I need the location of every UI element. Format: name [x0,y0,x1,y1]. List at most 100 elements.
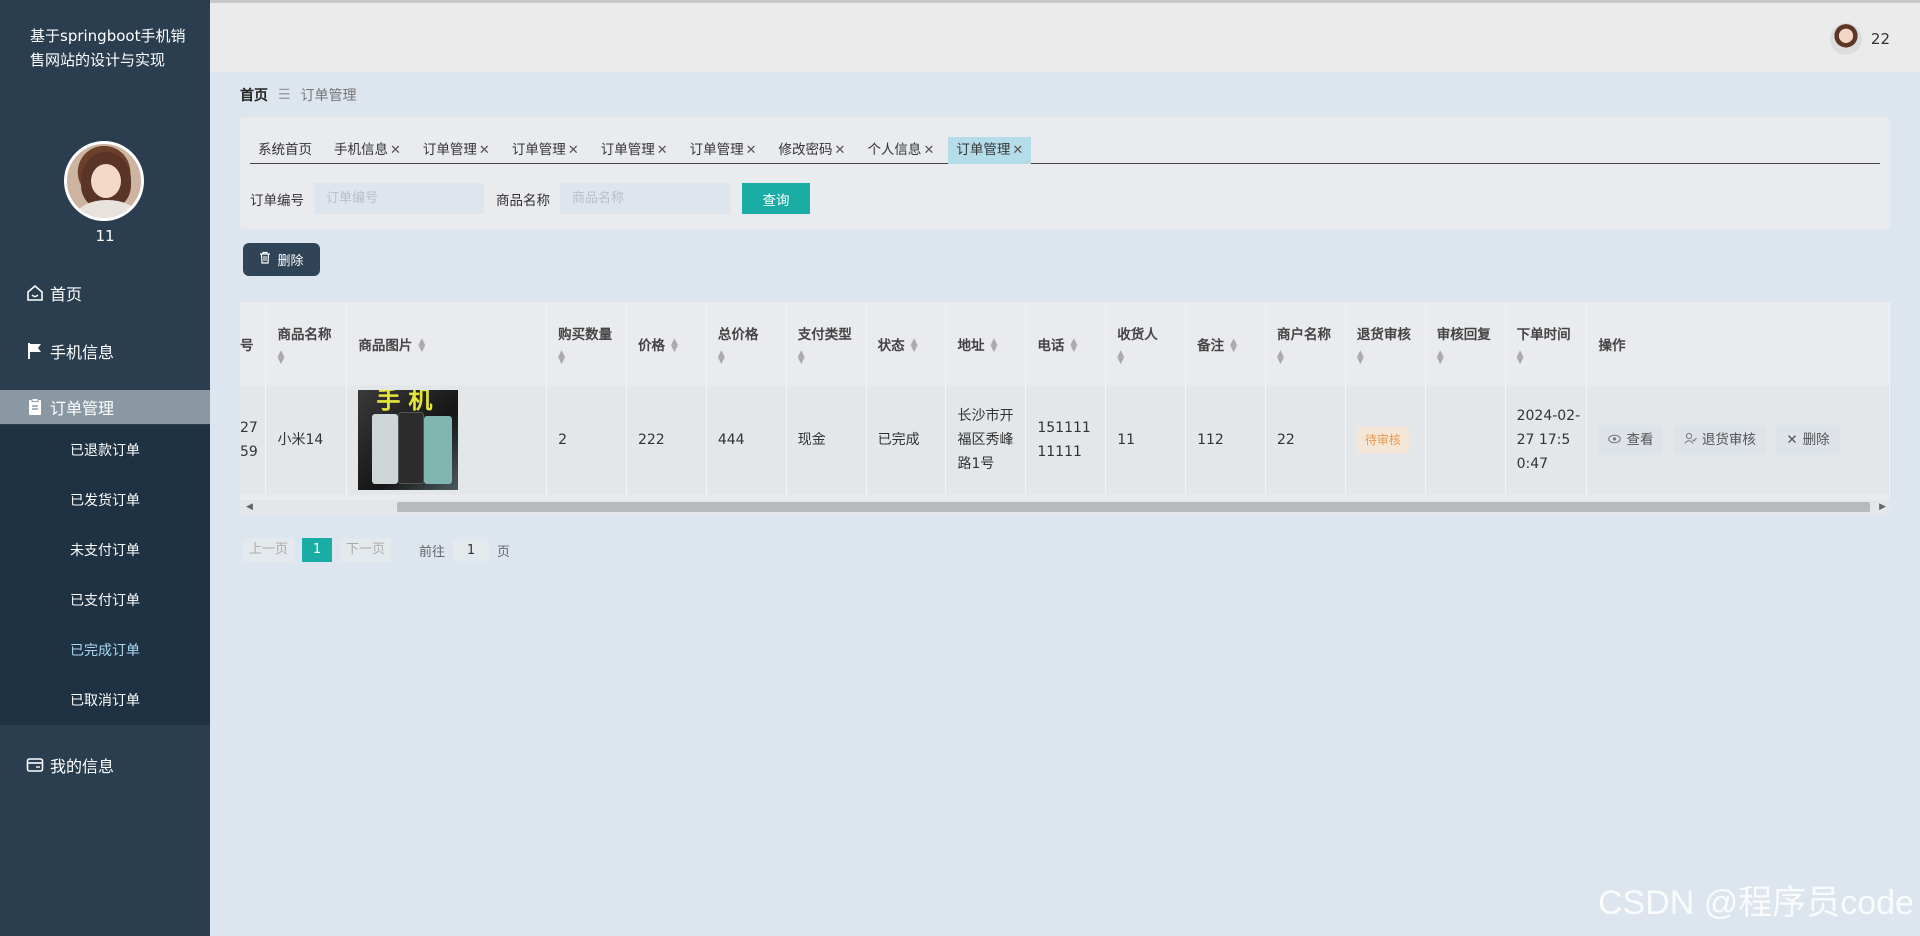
submenu-paid-orders[interactable]: 已支付订单 [70,590,140,610]
submenu-cancelled-orders[interactable]: 已取消订单 [70,690,140,710]
col-header-receiver[interactable]: 收货人 ▲ ▼ [1105,302,1187,385]
goto-label: 前往 [419,544,446,560]
cell-merchant: 22 [1265,385,1346,495]
sidebar-item-label: 首页 [50,285,83,304]
product-name-label: 商品名称 [496,192,550,209]
sort-icon[interactable]: ▲ ▼ [418,337,425,353]
tab-item[interactable]: 订单管理 ✕ [504,137,587,164]
prev-page-button[interactable]: 上一页 [243,538,295,562]
page-number-1[interactable]: 1 [302,538,333,562]
sidebar-item-order-mgmt[interactable]: 订单管理 [0,390,210,424]
submenu-shipped-orders[interactable]: 已发货订单 [70,490,140,510]
close-icon[interactable]: ✕ [835,143,846,158]
col-header-phone[interactable]: 电话 ▲ ▼ [1025,302,1107,385]
submenu [0,425,210,725]
sort-icon[interactable]: ▲ ▼ [1517,349,1587,365]
close-icon[interactable]: ✕ [390,143,401,158]
col-header-address[interactable]: 地址 ▲ ▼ [945,302,1027,385]
col-header-order-time[interactable]: 下单时间 ▲ ▼ [1505,302,1588,385]
sort-icon[interactable]: ▲ ▼ [1357,349,1425,365]
sort-icon[interactable]: ▲ ▼ [718,349,786,365]
sidebar-item-phone-info[interactable]: 手机信息 [0,334,210,368]
sort-icon[interactable]: ▲ ▼ [1117,349,1185,365]
horizontal-scrollbar[interactable]: ◀ ▶ [240,500,1890,514]
query-button[interactable]: 查询 [742,183,810,214]
return-review-button[interactable]: 退货审核 [1673,425,1766,455]
sort-icon[interactable]: ▲ ▼ [671,337,678,353]
close-icon[interactable]: ✕ [1012,143,1023,158]
col-header-price[interactable]: 价格 ▲ ▼ [626,302,707,385]
tab-item[interactable]: 订单管理 ✕ [948,137,1032,164]
view-button[interactable]: 查看 [1598,425,1664,455]
col-header-total[interactable]: 总价格 ▲ ▼ [706,302,787,385]
product-image[interactable]: 手机 [358,390,459,490]
tab-item[interactable]: 订单管理 ✕ [593,137,676,164]
batch-delete-button[interactable]: 删除 [243,243,320,276]
batch-delete-label: 删除 [277,254,304,269]
col-header-product-name[interactable]: 商品名称 ▲ ▼ [265,302,348,385]
col-header-actions: 操作 [1586,302,1890,385]
sort-icon[interactable]: ▲ ▼ [911,337,918,353]
close-icon[interactable]: ✕ [657,143,668,158]
cell-product-name: 小米14 [265,385,348,495]
cell-product-image: 手机 [346,385,548,495]
sidebar-item-home[interactable]: 首页 [0,276,210,310]
sort-icon[interactable]: ▲ ▼ [1277,349,1345,365]
tab-label: 订单管理 [511,142,566,158]
tab-item[interactable]: 手机信息 ✕ [326,137,409,164]
order-no-input[interactable] [314,183,484,214]
goto-page-input[interactable] [453,539,490,561]
submenu-completed-orders[interactable]: 已完成订单 [70,640,140,660]
breadcrumb: 首页 ☰ 订单管理 [240,85,357,105]
sort-icon[interactable]: ▲ ▼ [1437,349,1505,365]
cell-receiver: 11 [1105,385,1187,495]
sort-icon[interactable]: ▲ ▼ [277,349,346,365]
tab-bar: 系统首页 手机信息 ✕ 订单管理 ✕ 订单管理 ✕ 订单管理 ✕ 订单管理 ✕ 修改密码 ✕ 个人信息 ✕ 订… [250,137,1880,164]
col-header-remark[interactable]: 备注 ▲ ▼ [1185,302,1266,385]
col-header-status[interactable]: 状态 ▲ ▼ [866,302,947,385]
watermark: CSDN @程序员code [1597,884,1914,922]
close-icon[interactable]: ✕ [479,143,490,158]
tab-label: 个人信息 [867,142,922,158]
scroll-right-icon[interactable]: ▶ [1879,500,1886,514]
flag-icon [24,340,46,362]
tab-item[interactable]: 系统首页 [250,137,320,164]
sort-icon[interactable]: ▲ ▼ [558,349,626,365]
sort-icon[interactable]: ▲ ▼ [1230,337,1237,353]
card-icon [24,754,46,776]
col-header-return-review[interactable]: 退货审核 ▲ ▼ [1345,302,1426,385]
cell-actions: 查看 退货审核 ✕ 删除 [1586,385,1890,495]
breadcrumb-home[interactable]: 首页 [240,85,268,105]
submenu-refunded-orders[interactable]: 已退款订单 [70,440,140,460]
next-page-button[interactable]: 下一页 [340,538,392,562]
col-header-pay-type[interactable]: 支付类型 ▲ ▼ [786,302,867,385]
sidebar-item-my-info[interactable]: 我的信息 [0,748,210,782]
submenu-unpaid-orders[interactable]: 未支付订单 [70,540,140,560]
col-header-quantity[interactable]: 购买数量 ▲ ▼ [546,302,627,385]
col-header-review-reply[interactable]: 审核回复 ▲ ▼ [1425,302,1506,385]
product-name-input[interactable] [560,183,730,214]
close-icon[interactable]: ✕ [568,143,579,158]
tab-item[interactable]: 订单管理 ✕ [682,137,765,164]
header-avatar[interactable] [1830,23,1862,55]
home-icon [24,282,46,304]
tab-item[interactable]: 个人信息 ✕ [859,137,942,164]
row-delete-button[interactable]: ✕ 删除 [1776,425,1840,455]
sort-icon[interactable]: ▲ ▼ [1070,337,1077,353]
col-header-order-no[interactable]: 号 [240,302,267,385]
tab-label: 手机信息 [334,142,388,158]
close-icon[interactable]: ✕ [746,143,757,158]
tab-item[interactable]: 订单管理 ✕ [415,137,498,164]
scroll-left-icon[interactable]: ◀ [246,500,253,514]
close-icon[interactable]: ✕ [923,143,934,158]
tab-item[interactable]: 修改密码 ✕ [771,137,854,164]
sort-icon[interactable]: ▲ ▼ [990,337,997,353]
pagination: 上一页 1 下一页 前往 页 [243,538,510,562]
col-header-product-image[interactable]: 商品图片 ▲ ▼ [346,302,548,385]
scrollbar-thumb[interactable] [397,502,1870,512]
header-user-name[interactable]: 22 [1871,30,1890,48]
cell-address: 长沙市开福区秀峰路1号 [945,385,1027,495]
col-header-merchant[interactable]: 商户名称 ▲ ▼ [1265,302,1346,385]
sort-icon[interactable]: ▲ ▼ [798,349,866,365]
tab-label: 订单管理 [689,142,744,158]
